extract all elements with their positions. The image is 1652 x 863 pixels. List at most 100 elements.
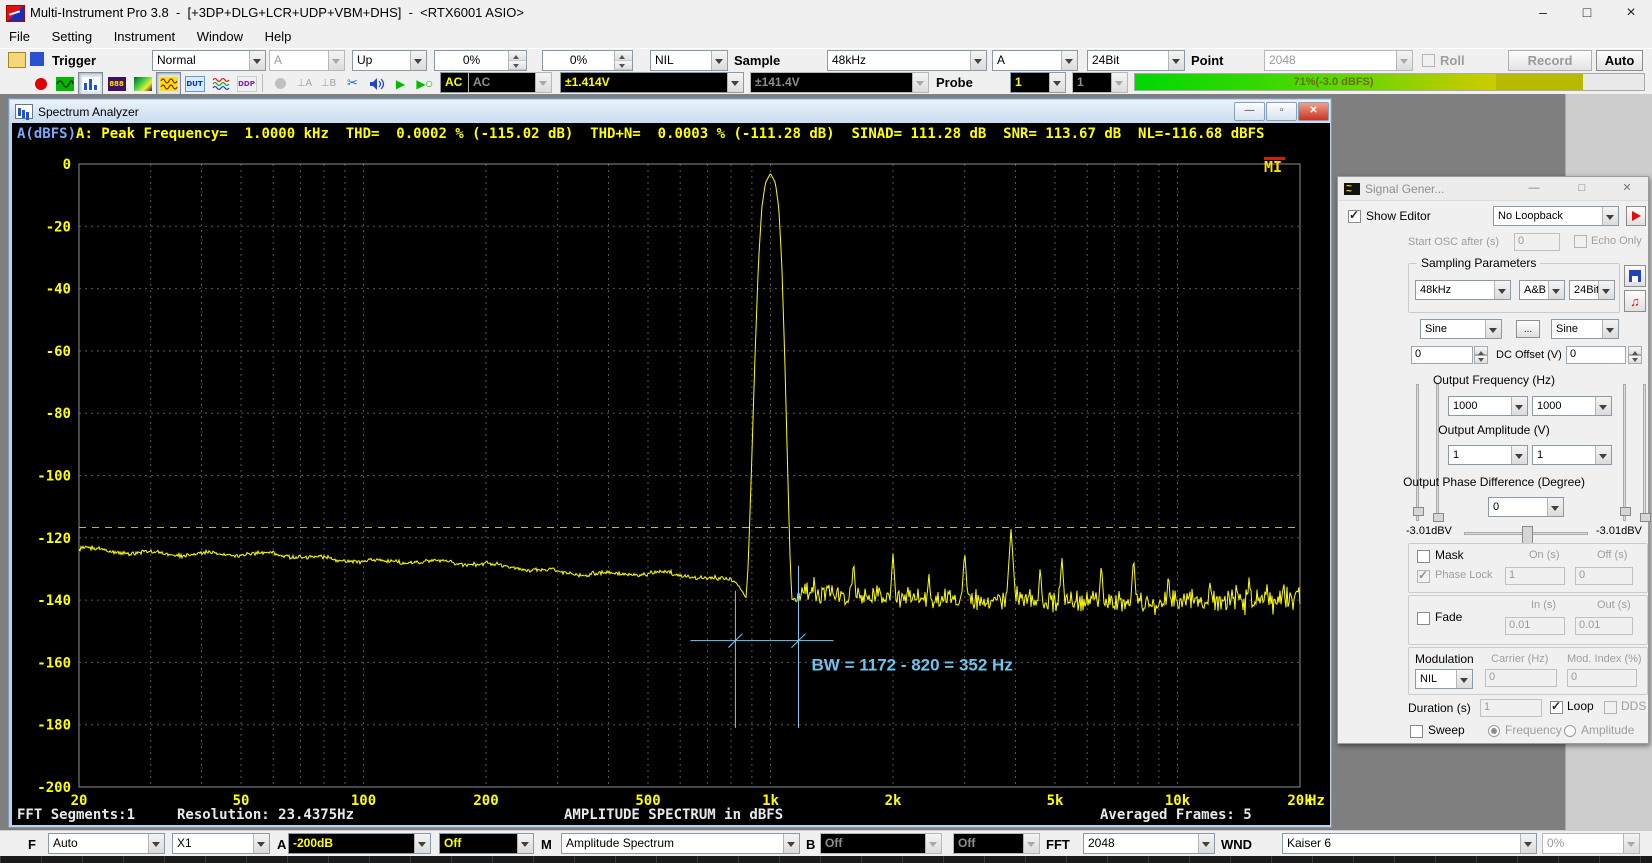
chevron-down-icon[interactable] xyxy=(1598,281,1614,299)
balance-slider[interactable] xyxy=(1464,532,1588,535)
probe-a-select[interactable]: 1 xyxy=(1010,72,1066,93)
amp-a-slider[interactable] xyxy=(1436,384,1439,521)
menu-help[interactable]: Help xyxy=(256,26,301,47)
auto-button[interactable]: Auto xyxy=(1596,50,1643,71)
phase-select[interactable]: 0 xyxy=(1488,497,1564,517)
mode-select[interactable]: Amplitude Spectrum xyxy=(561,833,800,854)
multimeter-icon[interactable]: 888 xyxy=(104,72,129,95)
fade-checkbox[interactable] xyxy=(1417,612,1430,625)
slider-thumb[interactable] xyxy=(1433,513,1444,522)
trigger-edge-select[interactable]: Up xyxy=(352,50,427,71)
sg-minimize-button[interactable]: — xyxy=(1526,181,1542,196)
trigger-condition-select[interactable]: NIL xyxy=(650,50,728,71)
chevron-down-icon[interactable] xyxy=(1595,397,1611,415)
amp-b-slider[interactable] xyxy=(1643,384,1646,521)
show-editor-checkbox[interactable] xyxy=(1348,210,1361,223)
chevron-down-icon[interactable] xyxy=(1168,51,1184,70)
chevron-down-icon[interactable] xyxy=(249,51,265,70)
bit-depth-select[interactable]: 24Bit xyxy=(1087,50,1185,71)
maximize-button[interactable]: □ xyxy=(1572,2,1602,23)
run-loop-icon[interactable]: ▶○ xyxy=(412,72,437,95)
sg-music-button[interactable]: ♫ xyxy=(1624,290,1646,312)
chevron-down-icon[interactable] xyxy=(1511,397,1527,415)
record-icon[interactable] xyxy=(28,72,53,95)
spectrum-analyzer-icon[interactable] xyxy=(78,72,103,95)
loopback-select[interactable]: No Loopback xyxy=(1493,206,1619,226)
range-a-bottom-select[interactable]: -200dB xyxy=(288,833,431,854)
freq-scale-select[interactable]: Auto xyxy=(48,833,165,854)
waveform-a-select[interactable]: Sine xyxy=(1420,319,1502,339)
spin-up-icon[interactable] xyxy=(509,51,526,61)
sweep-checkbox[interactable] xyxy=(1410,725,1423,738)
chevron-down-icon[interactable] xyxy=(1485,320,1501,338)
device-test-plan-icon[interactable]: DUT xyxy=(182,72,207,95)
spin-up-icon[interactable] xyxy=(615,51,632,61)
signal-generator-icon[interactable] xyxy=(156,72,181,95)
sg-channels-select[interactable]: A&B xyxy=(1519,280,1565,300)
slider-thumb[interactable] xyxy=(1620,507,1631,516)
run-icon[interactable]: ▶ xyxy=(388,72,413,95)
save-icon[interactable] xyxy=(30,52,44,66)
chevron-down-icon[interactable] xyxy=(1456,670,1472,688)
chevron-down-icon[interactable] xyxy=(783,834,799,853)
chevron-down-icon[interactable] xyxy=(253,834,269,853)
derived-data-icon[interactable] xyxy=(208,72,233,95)
trigger-mode-select[interactable]: Normal xyxy=(152,50,266,71)
menu-instrument[interactable]: Instrument xyxy=(105,26,184,47)
zoom-select[interactable]: X1 xyxy=(172,833,270,854)
chevron-down-icon[interactable] xyxy=(1520,834,1536,853)
sg-close-button[interactable]: ✕ xyxy=(1619,181,1635,196)
signal-generator-titlebar[interactable]: Signal Gener... xyxy=(1338,177,1648,201)
spectrum-minimize-button[interactable]: — xyxy=(1234,102,1265,121)
sample-rate-select[interactable]: 48kHz xyxy=(827,50,987,71)
spectrum-restore-button[interactable]: ▫ xyxy=(1266,102,1297,121)
chevron-down-icon[interactable] xyxy=(1494,281,1510,299)
spin-down-icon[interactable] xyxy=(509,61,526,71)
oscilloscope-icon[interactable] xyxy=(52,72,77,95)
sg-maximize-button[interactable]: □ xyxy=(1574,181,1590,196)
close-button[interactable]: × xyxy=(1616,2,1646,23)
sg-sample-rate-select[interactable]: 48kHz xyxy=(1415,280,1511,300)
sound-output-icon[interactable] xyxy=(364,72,389,95)
chevron-down-icon[interactable] xyxy=(1595,446,1611,464)
balance-slider-thumb[interactable] xyxy=(1522,526,1533,544)
chevron-down-icon[interactable] xyxy=(711,51,727,70)
sg-bits-select[interactable]: 24Bit xyxy=(1569,280,1615,300)
window-function-select[interactable]: Kaiser 6 xyxy=(1282,833,1537,854)
chevron-down-icon[interactable] xyxy=(970,51,986,70)
range-a-select[interactable]: ±1.414V xyxy=(560,72,744,93)
sg-save-button[interactable] xyxy=(1624,265,1646,287)
slider-thumb[interactable] xyxy=(1413,507,1424,516)
chevron-down-icon[interactable] xyxy=(1602,207,1618,225)
amplitude-b-select[interactable]: 1 xyxy=(1532,445,1612,465)
dc-offset-a-input[interactable]: 0 xyxy=(1411,346,1473,364)
spectrum-close-button[interactable]: ✕ xyxy=(1298,102,1329,121)
probe-calibration-icon[interactable]: ✂ xyxy=(340,72,365,95)
chevron-down-icon[interactable] xyxy=(1198,834,1214,853)
menu-window[interactable]: Window xyxy=(188,26,252,47)
menu-setting[interactable]: Setting xyxy=(43,26,101,47)
slider-thumb[interactable] xyxy=(1640,513,1651,522)
chevron-down-icon[interactable] xyxy=(148,834,164,853)
chevron-down-icon[interactable] xyxy=(1049,73,1065,92)
amplitude-a-select[interactable]: 1 xyxy=(1448,445,1528,465)
spectrum-window-titlebar[interactable]: Spectrum Analyzer xyxy=(10,100,1330,123)
waveform-b-select[interactable]: Sine xyxy=(1551,319,1619,339)
chevron-down-icon[interactable] xyxy=(1511,446,1527,464)
chevron-down-icon[interactable] xyxy=(414,834,430,853)
chevron-down-icon[interactable] xyxy=(410,51,426,70)
spectrogram-icon[interactable] xyxy=(130,72,155,95)
sg-run-button[interactable] xyxy=(1626,206,1646,226)
trigger-level-spinner[interactable]: 0% xyxy=(434,50,527,71)
menu-file[interactable]: File xyxy=(0,26,39,47)
spectrum-plot[interactable]: 0-20-40-60-80-100-120-140-160-180-200205… xyxy=(12,123,1330,825)
spin-down-icon[interactable] xyxy=(615,61,632,71)
freq-a-slider[interactable] xyxy=(1416,384,1419,521)
minimize-button[interactable]: – xyxy=(1528,2,1558,23)
chevron-down-icon[interactable] xyxy=(1548,281,1564,299)
waveform-more-button[interactable]: ... xyxy=(1516,320,1540,338)
mask-checkbox[interactable] xyxy=(1417,550,1430,563)
chevron-down-icon[interactable] xyxy=(1061,51,1077,70)
offset-a-select[interactable]: Off xyxy=(439,833,534,854)
trigger-delay-spinner[interactable]: 0% xyxy=(542,50,633,71)
